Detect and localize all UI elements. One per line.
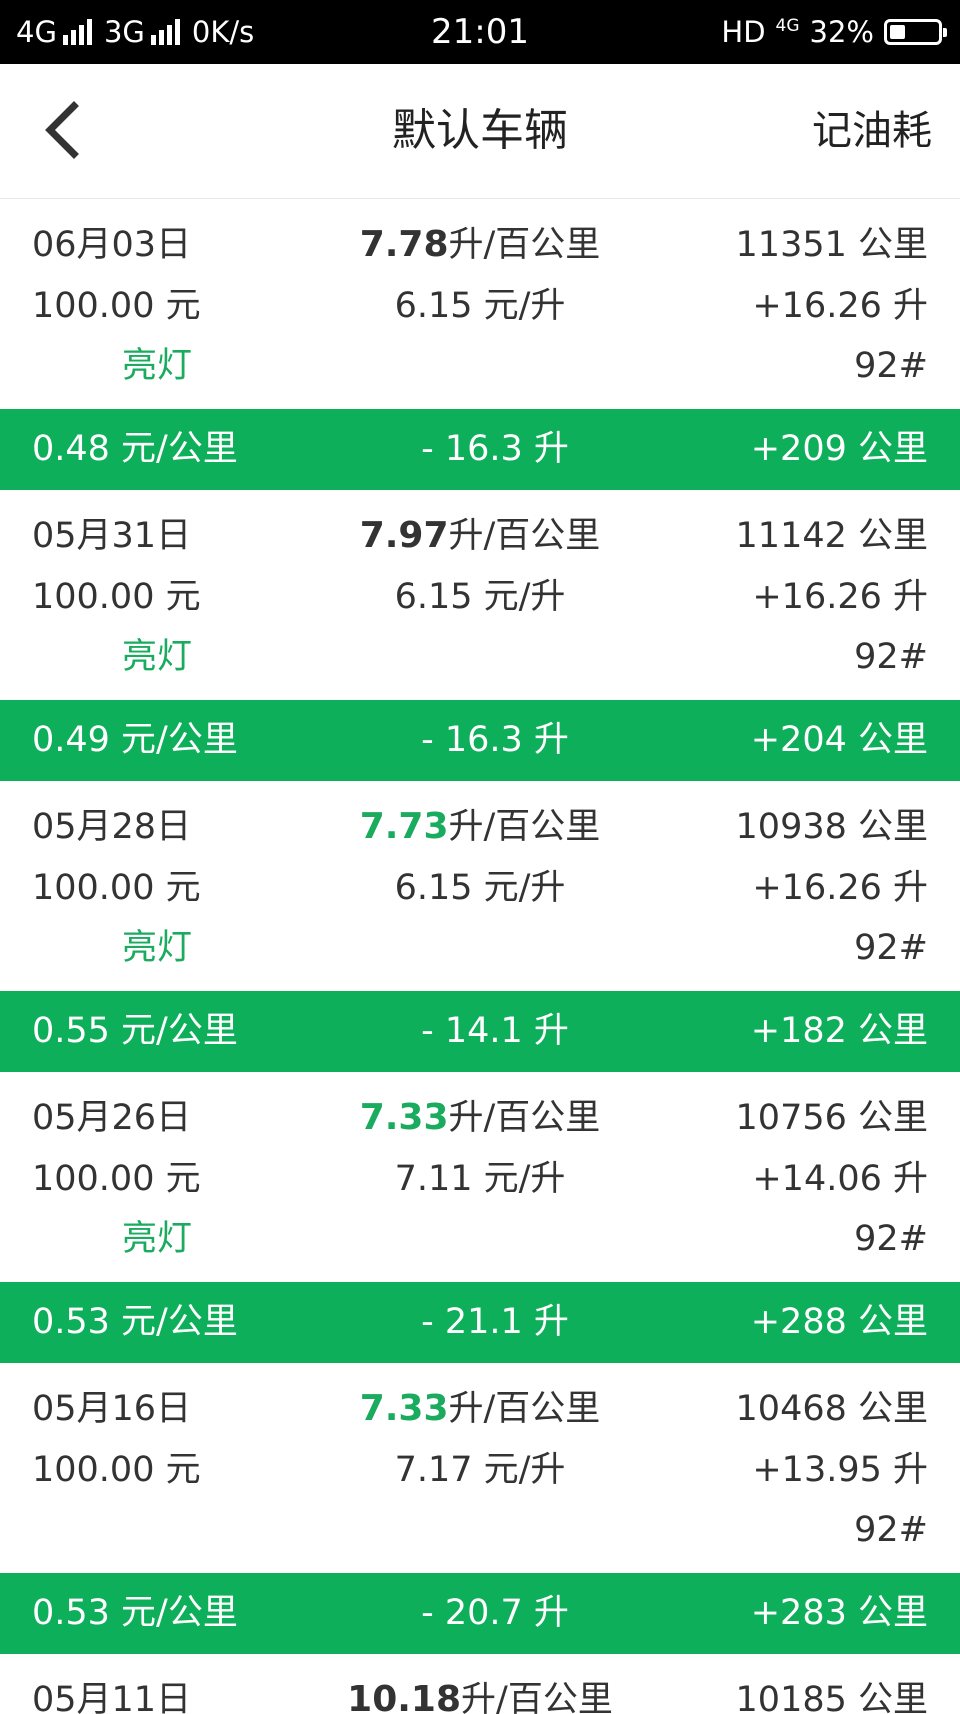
fuel-record[interactable]: 05月28日 7.73升/百公里 10938 公里 100.00 元 6.15 元/升 +…	[0, 781, 960, 991]
summary-bar: 0.55 元/公里 - 14.1 升 +182 公里	[0, 991, 960, 1072]
summary-bar: 0.48 元/公里 - 16.3 升 +209 公里	[0, 409, 960, 490]
warning-light-label: 亮灯	[122, 1219, 193, 1259]
fuel-record-partial[interactable]: 05月11日 10.18升/百公里 10185 公里	[0, 1654, 960, 1714]
fuel-grade: 92#	[854, 928, 928, 968]
consumption-value: 7.33	[359, 1097, 449, 1138]
odometer: 10185 公里	[735, 1680, 928, 1714]
summary-bar: 0.49 元/公里 - 16.3 升 +204 公里	[0, 700, 960, 781]
record-row-1: 05月26日 7.33升/百公里 10756 公里	[0, 1088, 960, 1148]
fuel-added: +14.06 升	[752, 1159, 928, 1199]
odometer: 11351 公里	[735, 225, 928, 265]
warning-light-label: 亮灯	[122, 928, 193, 968]
record-row-3: 亮灯 92#	[0, 1209, 960, 1269]
fuel-grade: 92#	[854, 1510, 928, 1550]
record-row-1: 05月11日 10.18升/百公里 10185 公里	[0, 1670, 960, 1714]
consumption-value: 10.18	[347, 1679, 462, 1714]
fuel-record-list: 06月03日 7.78升/百公里 11351 公里 100.00 元 6.15 元/升 +…	[0, 199, 960, 1714]
distance: +283 公里	[750, 1593, 928, 1633]
odometer: 10756 公里	[735, 1098, 928, 1138]
network-4g-icon: 4G	[775, 16, 800, 36]
record-row-2: 100.00 元 6.15 元/升 +16.26 升	[0, 276, 960, 336]
odometer: 11142 公里	[735, 516, 928, 556]
record-fuel-button[interactable]: 记油耗	[812, 64, 932, 198]
record-row-3: 92#	[0, 1500, 960, 1560]
fuel-record[interactable]: 06月03日 7.78升/百公里 11351 公里 100.00 元 6.15 元/升 +…	[0, 199, 960, 409]
battery-percent: 32%	[809, 15, 874, 49]
record-row-1: 05月31日 7.97升/百公里 11142 公里	[0, 506, 960, 566]
fuel-added: +16.26 升	[752, 577, 928, 617]
consumption-value: 7.97	[359, 515, 449, 556]
distance: +209 公里	[750, 429, 928, 469]
record-row-2: 100.00 元 6.15 元/升 +16.26 升	[0, 567, 960, 627]
distance: +204 公里	[750, 720, 928, 760]
consumption-unit: 升/百公里	[448, 1389, 601, 1429]
warning-light-label: 亮灯	[122, 346, 193, 386]
record-row-1: 05月28日 7.73升/百公里 10938 公里	[0, 797, 960, 857]
warning-light-label: 亮灯	[122, 637, 193, 677]
record-row-3: 亮灯 92#	[0, 918, 960, 978]
status-bar: 4G 3G 0K/s 21:01 HD 4G 32%	[0, 0, 960, 64]
consumption-value: 7.73	[359, 806, 449, 847]
record-row-2: 100.00 元 7.11 元/升 +14.06 升	[0, 1149, 960, 1209]
distance: +182 公里	[750, 1011, 928, 1051]
battery-icon	[884, 19, 947, 45]
record-row-3: 亮灯 92#	[0, 336, 960, 396]
consumption-unit: 升/百公里	[448, 1098, 601, 1138]
record-row-1: 06月03日 7.78升/百公里 11351 公里	[0, 215, 960, 275]
hd-label: HD	[721, 15, 766, 49]
fuel-added: +16.26 升	[752, 286, 928, 326]
fuel-grade: 92#	[854, 1219, 928, 1259]
odometer: 10938 公里	[735, 807, 928, 847]
status-right: HD 4G 32%	[721, 0, 947, 64]
fuel-record[interactable]: 05月26日 7.33升/百公里 10756 公里 100.00 元 7.11 元/升 +…	[0, 1072, 960, 1282]
consumption-unit: 升/百公里	[448, 225, 601, 265]
navigation-bar: 默认车辆 记油耗	[0, 64, 960, 199]
consumption-unit: 升/百公里	[448, 516, 601, 556]
fuel-grade: 92#	[854, 346, 928, 386]
odometer: 10468 公里	[735, 1389, 928, 1429]
record-row-2: 100.00 元 7.17 元/升 +13.95 升	[0, 1440, 960, 1500]
record-row-2: 100.00 元 6.15 元/升 +16.26 升	[0, 858, 960, 918]
fuel-grade: 92#	[854, 637, 928, 677]
summary-bar: 0.53 元/公里 - 20.7 升 +283 公里	[0, 1573, 960, 1654]
consumption-unit: 升/百公里	[448, 807, 601, 847]
fuel-added: +16.26 升	[752, 868, 928, 908]
fuel-added: +13.95 升	[752, 1450, 928, 1490]
consumption-unit: 升/百公里	[461, 1680, 613, 1714]
record-row-1: 05月16日 7.33升/百公里 10468 公里	[0, 1379, 960, 1439]
distance: +288 公里	[750, 1302, 928, 1342]
record-row-3: 亮灯 92#	[0, 627, 960, 687]
consumption-value: 7.33	[359, 1388, 449, 1429]
fuel-record[interactable]: 05月16日 7.33升/百公里 10468 公里 100.00 元 7.17 元/升 +…	[0, 1363, 960, 1573]
consumption-value: 7.78	[359, 224, 449, 265]
fuel-record[interactable]: 05月31日 7.97升/百公里 11142 公里 100.00 元 6.15 元/升 +…	[0, 490, 960, 700]
summary-bar: 0.53 元/公里 - 21.1 升 +288 公里	[0, 1282, 960, 1363]
